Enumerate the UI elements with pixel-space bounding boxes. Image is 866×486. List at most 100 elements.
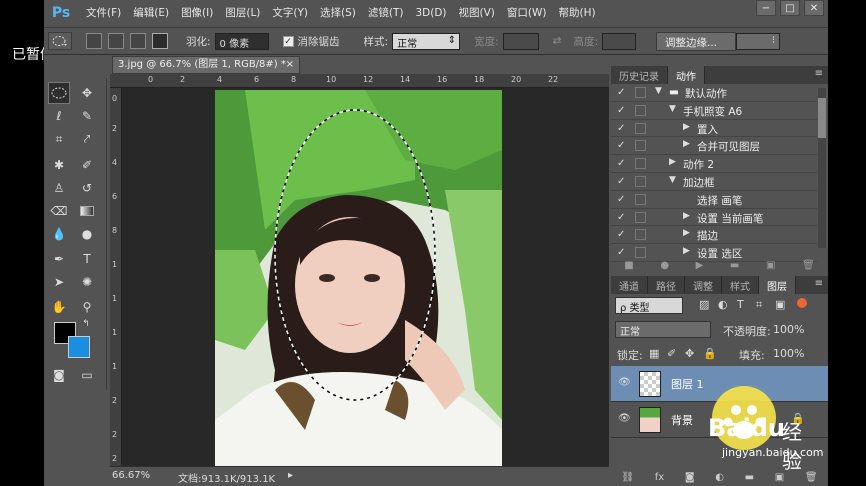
close-button[interactable]: ✕ — [804, 0, 824, 16]
fill-value[interactable]: 100% — [773, 347, 804, 360]
tab-actions[interactable]: 动作 — [668, 66, 705, 84]
lock-transparent-icon[interactable]: ▦ — [649, 347, 659, 360]
eyedropper-icon[interactable]: ⤤ — [76, 128, 98, 150]
swap-icon[interactable]: ⇄ — [553, 35, 562, 47]
dialog-toggle-box[interactable] — [635, 229, 646, 241]
path-selection-icon[interactable]: ➤ — [48, 271, 70, 293]
adjustment-filter-icon[interactable]: ◐ — [718, 298, 728, 311]
document-tab[interactable]: 3.jpg @ 66.7% (图层 1, RGB/8#) * × — [112, 56, 300, 74]
menu-file[interactable]: 文件(F) — [86, 5, 121, 20]
blend-mode-select[interactable]: 正常 — [615, 321, 711, 338]
eraser-icon[interactable]: ⌫ — [48, 200, 70, 222]
menu-image[interactable]: 图像(I) — [181, 5, 213, 20]
panel-menu-icon[interactable]: ≡ — [810, 66, 828, 84]
fx-icon[interactable]: fx — [655, 472, 664, 483]
menu-help[interactable]: 帮助(H) — [559, 5, 596, 20]
action-row[interactable]: ✓ ▶ 置入 — [611, 120, 817, 138]
collapsed-triangle-icon[interactable]: ▶ — [669, 157, 676, 167]
dialog-toggle-box[interactable] — [635, 140, 646, 152]
expanded-triangle-icon[interactable]: ▼ — [669, 104, 676, 114]
width-input[interactable] — [502, 32, 539, 50]
lock-position-icon[interactable]: ✥ — [685, 347, 694, 360]
workspace-select[interactable]: ⁝ — [736, 32, 780, 50]
eye-icon[interactable]: 👁 — [618, 413, 631, 424]
maximize-button[interactable]: □ — [780, 0, 800, 16]
tab-history[interactable]: 历史记录 — [611, 66, 668, 84]
intersect-selection-icon[interactable] — [152, 33, 168, 49]
new-action-icon[interactable]: ▣ — [766, 260, 775, 276]
style-select[interactable]: 正常 ⇕ — [392, 32, 461, 50]
stop-icon[interactable]: ■ — [624, 260, 633, 276]
dialog-toggle-box[interactable] — [635, 247, 646, 259]
action-toggle-check[interactable]: ✓ — [617, 176, 625, 187]
collapsed-triangle-icon[interactable]: ▶ — [683, 228, 690, 238]
lock-paint-icon[interactable]: ✐ — [667, 347, 676, 360]
menu-view[interactable]: 视图(V) — [459, 5, 495, 20]
type-tool-icon[interactable]: T — [76, 248, 98, 270]
action-toggle-check[interactable]: ✓ — [617, 194, 625, 205]
menu-type[interactable]: 文字(Y) — [272, 5, 308, 20]
eye-icon[interactable]: 👁 — [618, 377, 631, 388]
menu-select[interactable]: 选择(S) — [320, 5, 356, 20]
clone-stamp-icon[interactable]: ♙ — [48, 177, 70, 199]
height-input[interactable] — [602, 32, 636, 50]
close-tab-icon[interactable]: × — [286, 57, 294, 73]
action-toggle-check[interactable]: ✓ — [617, 158, 625, 169]
panel-menu-icon[interactable]: ≡ — [810, 276, 828, 294]
dodge-tool-icon[interactable]: ● — [76, 223, 98, 245]
document-image[interactable] — [215, 90, 502, 467]
pixel-filter-icon[interactable]: ▨ — [699, 298, 709, 311]
swap-colors-icon[interactable]: ↰ — [80, 318, 92, 330]
dialog-toggle-box[interactable] — [635, 175, 646, 187]
action-toggle-check[interactable]: ✓ — [617, 140, 625, 151]
new-selection-icon[interactable] — [86, 33, 102, 49]
pen-tool-icon[interactable]: ✒ — [48, 248, 70, 270]
screen-mode-icon[interactable]: ▭ — [76, 364, 98, 386]
hand-tool-icon[interactable]: ✋ — [48, 296, 70, 318]
elliptical-marquee-preset-icon[interactable] — [48, 32, 72, 50]
delete-action-icon[interactable]: 🗑 — [802, 260, 815, 276]
tab-layers[interactable]: 图层 — [759, 276, 796, 294]
menu-edit[interactable]: 编辑(E) — [133, 5, 169, 20]
collapsed-triangle-icon[interactable]: ▶ — [683, 246, 690, 256]
action-toggle-check[interactable]: ✓ — [617, 212, 625, 223]
dialog-toggle-box[interactable] — [635, 122, 646, 134]
tab-styles[interactable]: 样式 — [722, 276, 759, 294]
tab-channels[interactable]: 通道 — [611, 276, 648, 294]
record-icon[interactable]: ● — [660, 260, 669, 276]
move-tool-icon[interactable]: ✥ — [76, 82, 98, 104]
action-row[interactable]: ✓ ▶ 描边 — [611, 226, 817, 245]
menu-3d[interactable]: 3D(D) — [415, 7, 446, 19]
action-row[interactable]: ✓ 选择 画笔 — [611, 191, 817, 209]
gradient-tool-icon[interactable] — [76, 200, 98, 222]
add-selection-icon[interactable] — [108, 33, 124, 49]
tab-paths[interactable]: 路径 — [648, 276, 685, 294]
type-filter-icon[interactable]: T — [737, 298, 744, 311]
layer-filter-select[interactable]: ρ 类型 — [615, 297, 683, 314]
minimize-button[interactable]: − — [756, 0, 776, 16]
quick-selection-icon[interactable]: ✎ — [76, 105, 98, 127]
action-row[interactable]: ✓ ▼ 加边框 — [611, 173, 817, 191]
blur-tool-icon[interactable]: 💧 — [48, 223, 70, 245]
custom-shape-icon[interactable]: ✺ — [76, 271, 98, 293]
expanded-triangle-icon[interactable]: ▼ — [669, 175, 676, 185]
menu-layer[interactable]: 图层(L) — [225, 5, 260, 20]
antialias-checkbox[interactable]: ✓ — [282, 35, 294, 47]
background-color-swatch[interactable] — [68, 336, 90, 358]
dialog-toggle-box[interactable] — [635, 87, 646, 98]
shape-filter-icon[interactable]: ⌗ — [756, 298, 762, 312]
zoom-level[interactable]: 66.67% — [112, 470, 150, 481]
actions-scrollbar[interactable] — [818, 88, 826, 248]
subtract-selection-icon[interactable] — [130, 33, 146, 49]
play-icon[interactable]: ▶ — [696, 260, 704, 276]
healing-brush-icon[interactable]: ✱ — [48, 154, 70, 176]
action-row[interactable]: ✓ ▼ ▬ 默认动作 — [611, 84, 817, 102]
collapsed-triangle-icon[interactable]: ▶ — [683, 122, 690, 132]
refine-edge-button[interactable]: 调整边缘... — [656, 31, 736, 51]
menu-filter[interactable]: 滤镜(T) — [368, 5, 404, 20]
action-toggle-check[interactable]: ✓ — [617, 247, 625, 258]
menu-window[interactable]: 窗口(W) — [507, 5, 547, 20]
dialog-toggle-box[interactable] — [635, 158, 646, 170]
lasso-tool-icon[interactable]: ℓ — [48, 105, 70, 127]
elliptical-marquee-icon[interactable] — [48, 82, 70, 104]
